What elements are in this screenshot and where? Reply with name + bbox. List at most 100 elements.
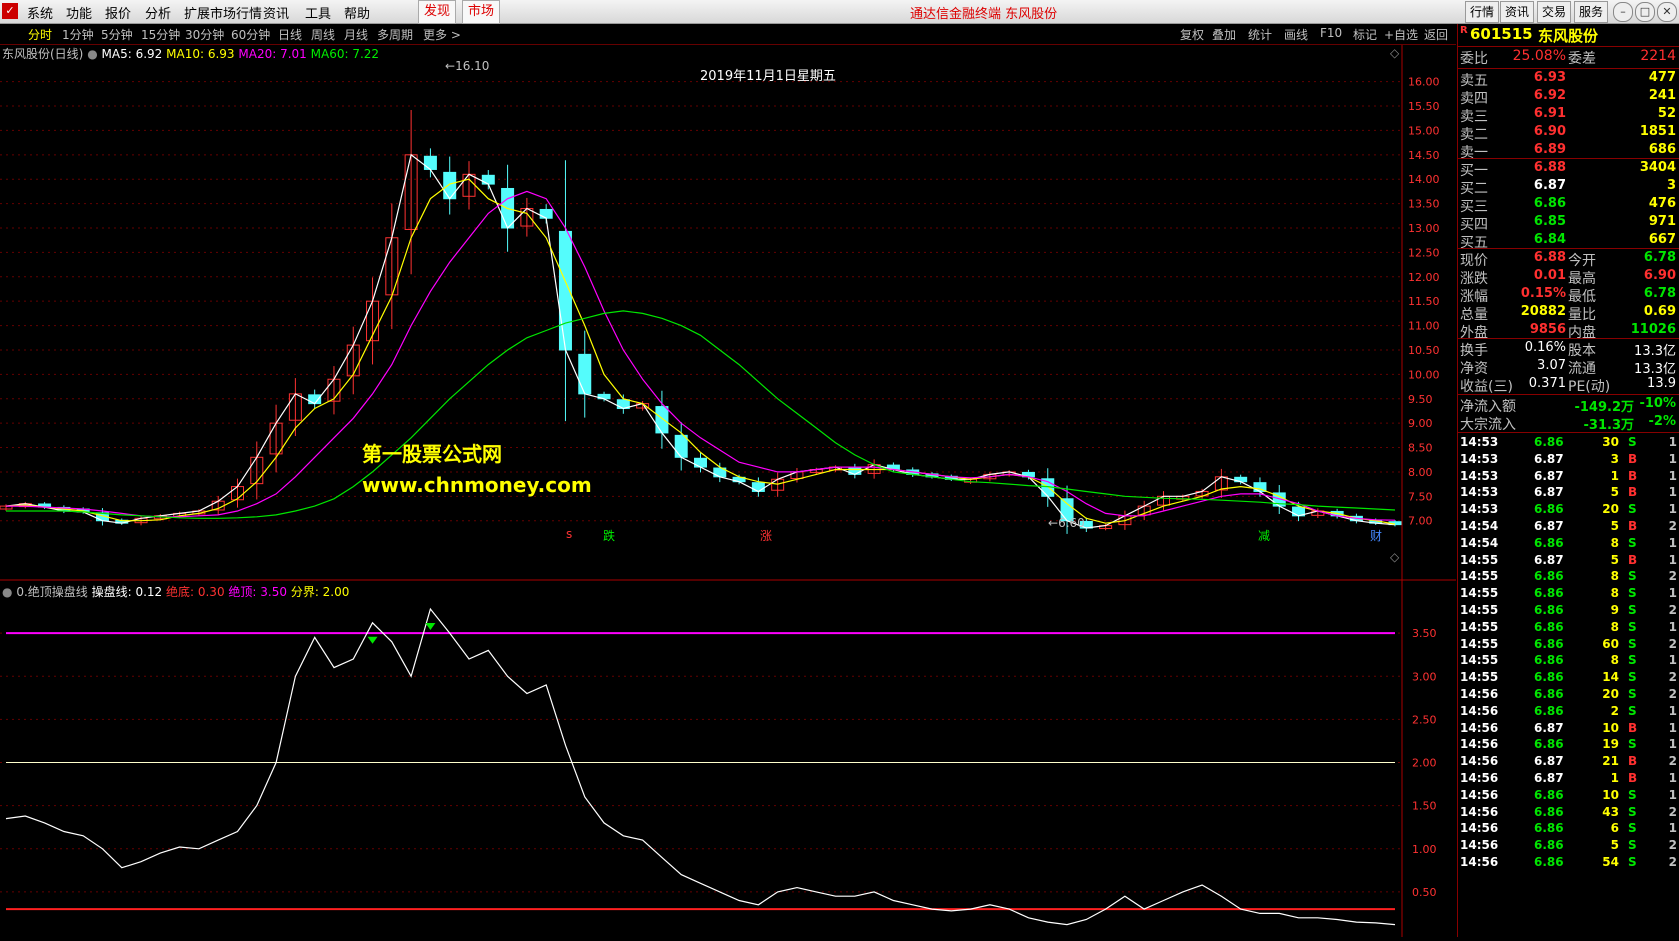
period-5min[interactable]: 5分钟	[101, 26, 133, 43]
tick-price: 6.86	[1534, 787, 1564, 802]
trade-tab-button[interactable]: 交易	[1537, 1, 1572, 23]
bid-level[interactable]: 买三 6.86 476	[1458, 196, 1679, 215]
tick-volume: 1	[1610, 468, 1619, 483]
sub-tick-label: 3.00	[1412, 670, 1437, 683]
period-15min[interactable]: 15分钟	[141, 26, 180, 43]
draw-button[interactable]: 画线	[1284, 26, 1308, 43]
ma60-value: MA60: 7.22	[310, 47, 380, 61]
ask-price: 6.92	[1533, 88, 1566, 103]
tick-price: 6.86	[1534, 569, 1564, 584]
share-value: 13.9	[1647, 376, 1676, 391]
tick-row: 14:55 6.86 8 S 1	[1458, 620, 1679, 637]
menu-system[interactable]: 系统	[27, 3, 53, 22]
candles	[0, 110, 1402, 534]
period-daily[interactable]: 日线	[278, 26, 302, 43]
add-watchlist-button[interactable]: +自选	[1384, 26, 1418, 43]
menu-news[interactable]: 资讯	[263, 3, 289, 22]
menu-help[interactable]: 帮助	[344, 3, 370, 22]
legend-toggle-icon[interactable]: ●	[87, 47, 97, 61]
tick-row: 14:54 6.87 5 B 2	[1458, 519, 1679, 536]
back-button[interactable]: 返回	[1424, 26, 1448, 43]
market-button[interactable]: 市场	[462, 0, 501, 24]
period-30min[interactable]: 30分钟	[185, 26, 224, 43]
menu-function[interactable]: 功能	[66, 3, 92, 22]
period-more[interactable]: 更多 >	[423, 26, 461, 43]
adjust-button[interactable]: 复权	[1180, 26, 1204, 43]
share-label: 股本	[1568, 343, 1596, 359]
tick-price: 6.87	[1534, 771, 1564, 785]
tick-price: 6.86	[1534, 838, 1564, 853]
tick-price: 6.86	[1534, 653, 1564, 668]
stock-period-label: 东风股份(日线)	[2, 47, 84, 61]
event-mark-rise[interactable]: 涨	[760, 527, 772, 544]
stats-button[interactable]: 统计	[1248, 26, 1272, 43]
overlay-button[interactable]: 叠加	[1212, 26, 1236, 43]
maximize-icon[interactable]: □	[1635, 2, 1655, 22]
ask-level[interactable]: 卖二 6.90 1851	[1458, 124, 1679, 143]
tick-time: 14:56	[1460, 855, 1499, 869]
event-mark-reduce[interactable]: 减	[1258, 527, 1270, 544]
ask-volume: 1851	[1639, 124, 1676, 139]
share-label: PE(动)	[1568, 379, 1611, 395]
bid-level[interactable]: 买二 6.87 3	[1458, 178, 1679, 197]
bid-level[interactable]: 买一 6.88 3404	[1458, 160, 1679, 179]
event-mark-s[interactable]: s	[566, 527, 572, 541]
kline-chart[interactable]: 16.00 15.50 15.00 14.50 14.00 13.50 13.00 12.50…	[0, 45, 1456, 937]
menu-analysis[interactable]: 分析	[145, 3, 171, 22]
tick-row: 14:53 6.86 30 S 1	[1458, 435, 1679, 452]
service-tab-button[interactable]: 服务	[1574, 1, 1609, 23]
price-tick-label: 11.50	[1408, 295, 1440, 308]
menu-tools[interactable]: 工具	[305, 3, 331, 22]
tick-time: 14:55	[1460, 603, 1499, 617]
stat-label: 今开	[1568, 253, 1596, 269]
tick-price: 6.86	[1534, 586, 1564, 601]
tick-price: 6.86	[1534, 603, 1564, 617]
subchart-menu-icon[interactable]: ◇	[1390, 550, 1400, 564]
period-60min[interactable]: 60分钟	[231, 26, 270, 43]
tick-row: 14:56 6.86 5 S 2	[1458, 838, 1679, 855]
tick-row: 14:55 6.86 14 S 2	[1458, 670, 1679, 687]
tick-row: 14:55 6.86 8 S 1	[1458, 653, 1679, 670]
bid-price: 6.84	[1533, 232, 1566, 247]
minimize-icon[interactable]: –	[1613, 2, 1633, 22]
tick-price: 6.87	[1534, 451, 1564, 466]
tick-row: 14:53 6.87 3 B 1	[1458, 452, 1679, 469]
tick-time: 14:56	[1460, 771, 1499, 785]
tick-row: 14:55 6.86 8 S 2	[1458, 569, 1679, 586]
sub-tick-label: 0.50	[1412, 886, 1437, 899]
bid-volume: 667	[1648, 232, 1676, 247]
stat-value: 6.78	[1643, 250, 1676, 265]
stat-label: 内盘	[1568, 325, 1596, 341]
discover-button[interactable]: 发现	[418, 0, 457, 24]
indicator-bottom-value: 绝底: 0.30	[166, 585, 225, 599]
period-1min[interactable]: 1分钟	[62, 26, 94, 43]
bid-level[interactable]: 买四 6.85 971	[1458, 214, 1679, 233]
news-tab-button[interactable]: 资讯	[1500, 1, 1535, 23]
menu-extended-market[interactable]: 扩展市场行情	[184, 3, 262, 22]
tick-side: B	[1628, 552, 1638, 567]
tick-volume: 10	[1602, 787, 1619, 802]
period-monthly[interactable]: 月线	[344, 26, 368, 43]
tick-volume: 8	[1610, 653, 1619, 668]
ask-level[interactable]: 卖三 6.91 52	[1458, 106, 1679, 125]
period-multi[interactable]: 多周期	[377, 26, 413, 43]
ask-level[interactable]: 卖五 6.93 477	[1458, 70, 1679, 89]
sub-legend-toggle-icon[interactable]: ●	[2, 585, 12, 599]
period-intraday[interactable]: 分时	[28, 26, 52, 43]
event-mark-fall[interactable]: 跌	[603, 527, 615, 544]
mark-button[interactable]: 标记	[1353, 26, 1377, 43]
close-icon[interactable]: ✕	[1657, 2, 1677, 22]
tick-side: S	[1628, 435, 1637, 449]
f10-button[interactable]: F10	[1320, 26, 1342, 40]
sell-signal-icon	[425, 622, 436, 630]
period-weekly[interactable]: 周线	[311, 26, 335, 43]
chart-area[interactable]: 16.00 15.50 15.00 14.50 14.00 13.50 13.00 12.50…	[0, 45, 1456, 937]
chart-menu-icon[interactable]: ◇	[1390, 46, 1400, 60]
menu-quote[interactable]: 报价	[105, 3, 131, 22]
tick-time: 14:53	[1460, 502, 1499, 517]
ask-level[interactable]: 卖四 6.92 241	[1458, 88, 1679, 107]
event-mark-finance[interactable]: 财	[1370, 527, 1382, 544]
quote-tab-button[interactable]: 行情	[1465, 1, 1500, 23]
indicator-line	[5, 607, 1396, 926]
tick-side: S	[1628, 703, 1637, 718]
